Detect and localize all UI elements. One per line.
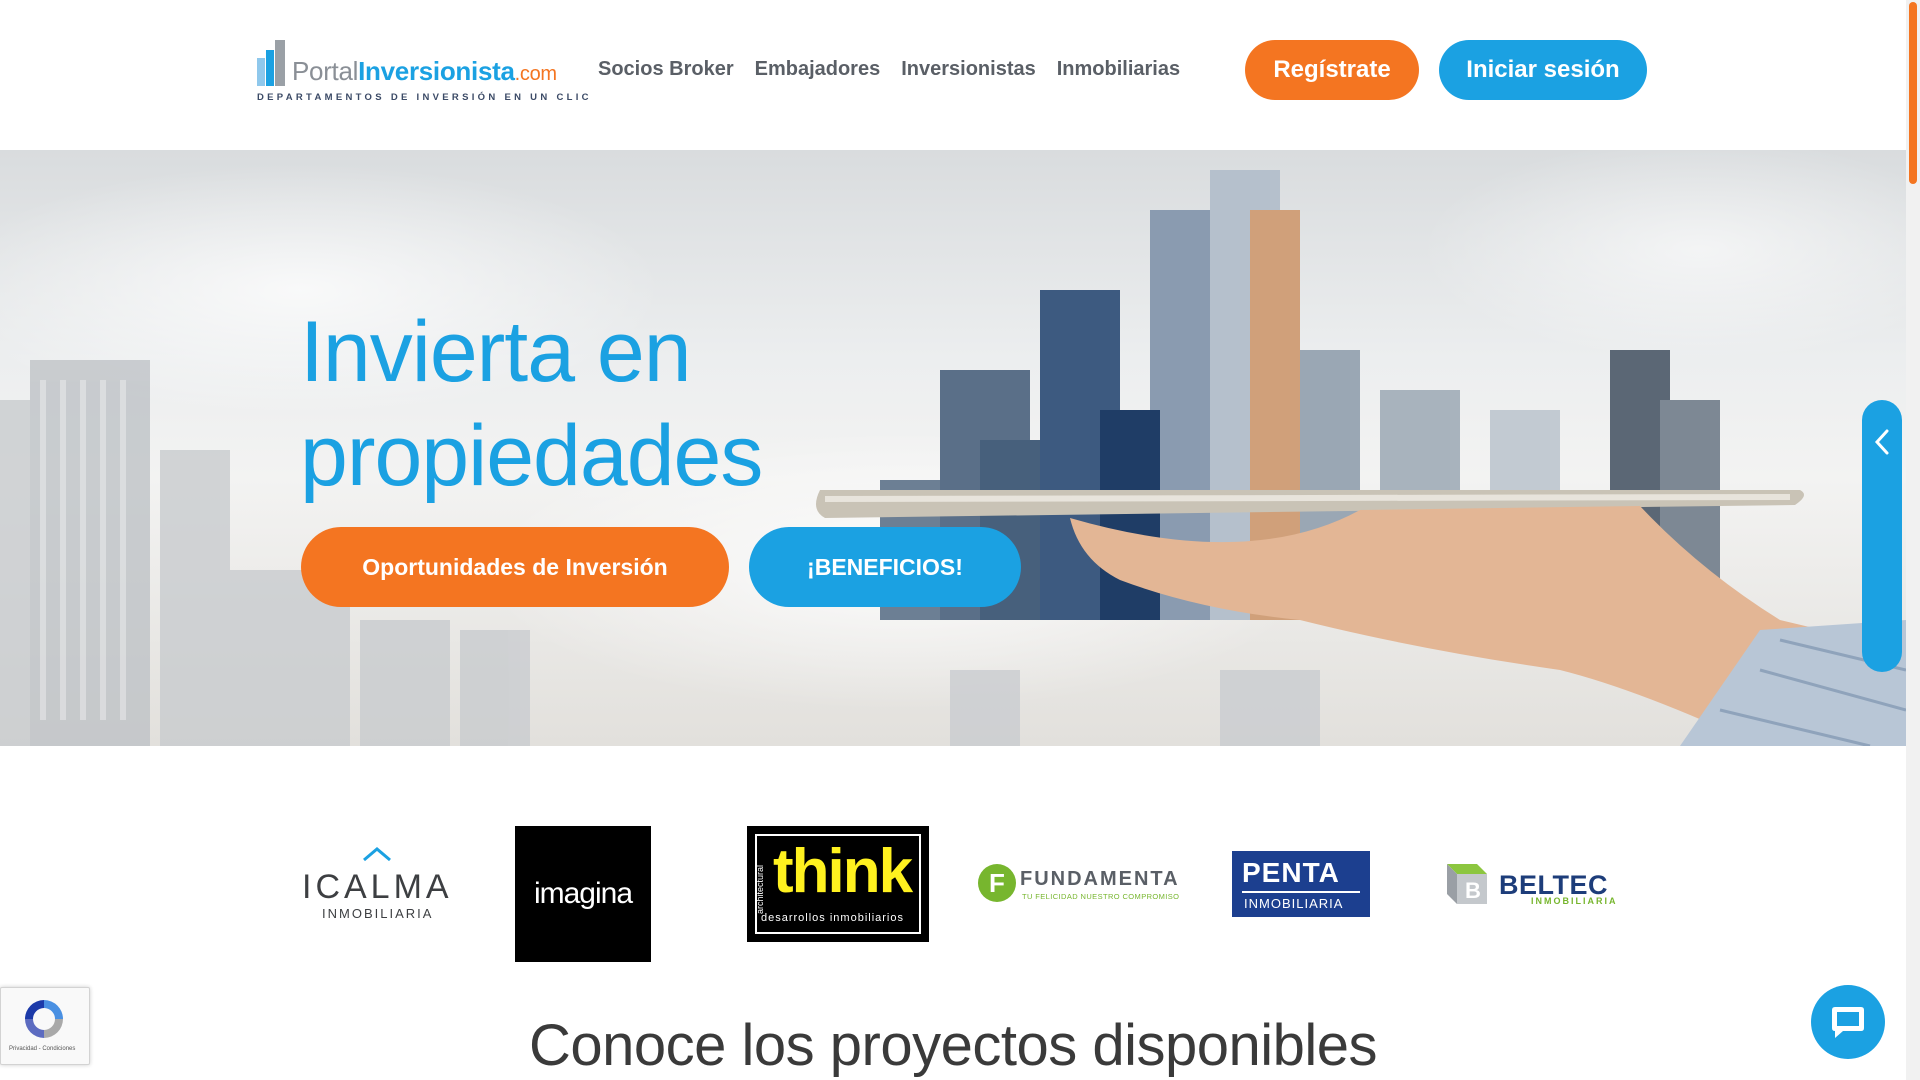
icalma-roof-icon bbox=[363, 847, 391, 862]
hero-banner: Invierta en propiedades Oportunidades de… bbox=[0, 150, 1906, 746]
site-header: PortalInversionista.com DEPARTAMENTOS DE… bbox=[0, 0, 1906, 150]
city-skyline-image bbox=[0, 170, 1906, 746]
partner-imagina-logo[interactable]: imagina bbox=[515, 826, 651, 962]
partner-beltec-logo[interactable]: B BELTEC INMOBILIARIA bbox=[1443, 858, 1623, 912]
hero-title: Invierta en propiedades bbox=[300, 300, 763, 508]
investment-opportunities-button[interactable]: Oportunidades de Inversión bbox=[301, 527, 729, 607]
hero-title-line-1: Invierta en bbox=[300, 304, 692, 400]
nav-embajadores[interactable]: Embajadores bbox=[755, 58, 881, 81]
projects-section-title: Conoce los proyectos disponibles bbox=[528, 1013, 1378, 1078]
partner-think-logo[interactable]: architectural think desarrollos inmobili… bbox=[747, 826, 929, 942]
chevron-left-icon bbox=[1874, 429, 1889, 455]
recaptcha-badge[interactable]: Privacidad - Condiciones bbox=[0, 987, 90, 1065]
logo-tagline: DEPARTAMENTOS DE INVERSIÓN EN UN CLIC bbox=[257, 92, 592, 103]
chat-button[interactable] bbox=[1811, 985, 1885, 1059]
fundamenta-f-icon: F bbox=[978, 864, 1016, 902]
side-panel-toggle[interactable] bbox=[1862, 400, 1902, 672]
beltec-cube-icon: B bbox=[1447, 864, 1487, 904]
site-logo[interactable]: PortalInversionista.com DEPARTAMENTOS DE… bbox=[257, 38, 589, 106]
partner-penta-logo[interactable]: PENTA INMOBILIARIA bbox=[1232, 851, 1370, 917]
scrollbar-thumb[interactable] bbox=[1909, 2, 1917, 184]
page-scrollbar[interactable] bbox=[1906, 0, 1920, 1080]
building-logo-icon bbox=[257, 40, 285, 86]
recaptcha-icon bbox=[25, 1000, 63, 1038]
register-button[interactable]: Regístrate bbox=[1245, 40, 1419, 100]
login-button[interactable]: Iniciar sesión bbox=[1439, 40, 1647, 100]
nav-socios-broker[interactable]: Socios Broker bbox=[598, 58, 734, 81]
nav-inmobiliarias[interactable]: Inmobiliarias bbox=[1057, 58, 1180, 81]
benefits-button[interactable]: ¡BENEFICIOS! bbox=[749, 527, 1021, 607]
logo-wordmark: PortalInversionista.com bbox=[292, 56, 557, 86]
svg-text:B: B bbox=[1465, 878, 1481, 903]
recaptcha-links[interactable]: Privacidad - Condiciones bbox=[9, 1046, 75, 1052]
hero-title-line-2: propiedades bbox=[300, 408, 763, 504]
chat-bubble-icon bbox=[1832, 1007, 1864, 1038]
main-nav: Socios Broker Embajadores Inversionistas… bbox=[598, 58, 1180, 81]
partner-logos: ICALMA INMOBILIARIA imagina architectura… bbox=[0, 746, 1906, 976]
nav-inversionistas[interactable]: Inversionistas bbox=[901, 58, 1036, 81]
partner-icalma-logo[interactable]: ICALMA INMOBILIARIA bbox=[300, 844, 450, 924]
partner-fundamenta-logo[interactable]: F FUNDAMENTA TU FELICIDAD NUESTRO COMPRO… bbox=[978, 862, 1179, 912]
